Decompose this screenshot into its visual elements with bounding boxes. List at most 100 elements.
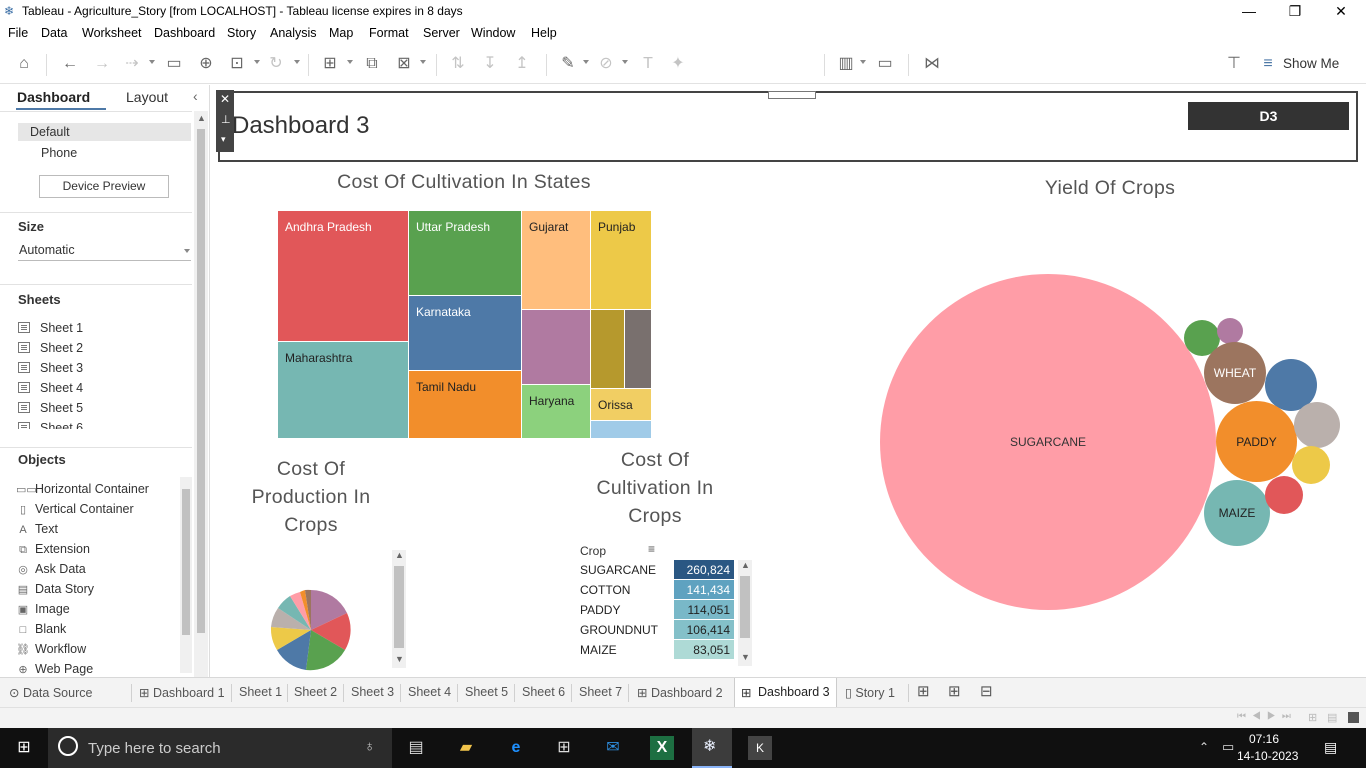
- scroll-thumb[interactable]: [394, 566, 404, 648]
- bubble-unlabeled-yellow[interactable]: [1292, 446, 1330, 484]
- menu-help[interactable]: Help: [531, 26, 557, 40]
- table-scrollbar[interactable]: ▲ ▼: [738, 560, 752, 666]
- table-row[interactable]: GROUNDNUT 106,414: [576, 620, 736, 640]
- new-worksheet-dropdown-caret[interactable]: [347, 60, 353, 64]
- taskbar-search-box[interactable]: Type here to search ♁: [48, 728, 392, 768]
- attach-icon[interactable]: ⊘: [596, 54, 616, 74]
- remove-container-icon[interactable]: ✕: [220, 92, 230, 106]
- treemap-cell-haryana[interactable]: Haryana: [522, 385, 591, 439]
- sheet-item-6[interactable]: Sheet 6: [18, 421, 83, 429]
- network-icon[interactable]: ▭: [1222, 739, 1234, 755]
- menu-server[interactable]: Server: [423, 26, 460, 40]
- tab-data-source[interactable]: ⊙ Data Source: [9, 685, 92, 700]
- new-story-tab-icon[interactable]: ⊟: [980, 682, 993, 700]
- redo-icon[interactable]: →: [92, 54, 112, 74]
- chart-dropdown-caret[interactable]: [860, 60, 866, 64]
- object-workflow[interactable]: ⛓ Workflow: [16, 642, 86, 656]
- store-icon[interactable]: ⊞: [552, 736, 576, 760]
- object-horizontal-container[interactable]: ▭▭Horizontal Container: [16, 482, 149, 496]
- tab-sheet-2[interactable]: Sheet 2: [294, 685, 337, 699]
- treemap-cell-tamil-nadu[interactable]: Tamil Nadu: [409, 371, 522, 439]
- clear-dropdown-caret[interactable]: [420, 60, 426, 64]
- tray-up-arrow-icon[interactable]: ⌃: [1199, 740, 1209, 754]
- sheet-item-5[interactable]: Sheet 5: [18, 401, 83, 421]
- clock-date[interactable]: 14-10-2023: [1237, 749, 1298, 763]
- edge-browser-icon[interactable]: e: [504, 736, 528, 760]
- save-icon[interactable]: ▭: [164, 54, 184, 74]
- tab-sheet-6[interactable]: Sheet 6: [522, 685, 565, 699]
- tab-sheet-3[interactable]: Sheet 3: [351, 685, 394, 699]
- sheet-item-1[interactable]: Sheet 1: [18, 321, 83, 341]
- treemap-cell-unlabeled-lightblue[interactable]: [591, 421, 652, 439]
- scroll-down-icon[interactable]: ▼: [395, 654, 404, 664]
- treemap-cell-unlabeled-olive[interactable]: [591, 310, 625, 389]
- dashboard-title-container[interactable]: Dashboard 3 D3: [218, 91, 1358, 162]
- scroll-up-icon[interactable]: ▲: [395, 550, 404, 560]
- tab-sheet-7[interactable]: Sheet 7: [579, 685, 622, 699]
- pie-scrollbar[interactable]: ▲ ▼: [392, 550, 406, 668]
- bubble-unlabeled-purple[interactable]: [1217, 318, 1243, 344]
- pin-icon[interactable]: ✦: [668, 54, 688, 74]
- treemap-cell-orissa[interactable]: Orissa: [591, 389, 652, 421]
- table-row[interactable]: SUGARCANE 260,824: [576, 560, 736, 580]
- chart-icon[interactable]: ▥: [836, 54, 856, 74]
- bubble-maize[interactable]: MAIZE: [1204, 480, 1270, 546]
- tab-sheet-4[interactable]: Sheet 4: [408, 685, 451, 699]
- menu-format[interactable]: Format: [369, 26, 409, 40]
- home-icon[interactable]: ⌂: [14, 54, 34, 74]
- collapse-panel-icon[interactable]: ‹: [193, 88, 198, 104]
- clear-icon[interactable]: ⊠: [394, 54, 414, 74]
- bubble-paddy[interactable]: PADDY: [1216, 401, 1297, 482]
- minimize-button[interactable]: —: [1226, 0, 1272, 24]
- bubble-sugarcane[interactable]: SUGARCANE: [880, 274, 1216, 610]
- menu-data[interactable]: Data: [41, 26, 67, 40]
- microphone-icon[interactable]: ♁: [364, 738, 375, 755]
- mail-icon[interactable]: ✉: [601, 736, 625, 760]
- sort-icon[interactable]: ≡: [648, 542, 655, 556]
- tab-story-1[interactable]: ▯ Story 1: [845, 685, 895, 700]
- tab-dashboard-3-active[interactable]: ⊞ Dashboard 3: [734, 678, 837, 707]
- menu-map[interactable]: Map: [329, 26, 353, 40]
- objects-scrollbar[interactable]: [180, 477, 192, 673]
- device-default-row[interactable]: Default: [18, 123, 191, 141]
- object-image[interactable]: ▣ Image: [16, 602, 70, 616]
- pie-chart[interactable]: [268, 587, 354, 673]
- highlight-dropdown-caret[interactable]: [583, 60, 589, 64]
- device-phone[interactable]: Phone: [41, 146, 77, 160]
- tabs-view-icon[interactable]: [1348, 712, 1359, 723]
- table-header-crop[interactable]: Crop: [580, 544, 606, 558]
- menu-dashboard[interactable]: Dashboard: [154, 26, 215, 40]
- pause-icon[interactable]: ⊡: [227, 54, 247, 74]
- format-painter-icon[interactable]: ⊤: [1224, 54, 1244, 74]
- undo-icon[interactable]: ←: [60, 54, 80, 74]
- object-web-page[interactable]: ⊕ Web Page: [16, 662, 93, 676]
- maximize-button[interactable]: ❐: [1272, 0, 1318, 24]
- tab-sheet-1[interactable]: Sheet 1: [239, 685, 282, 699]
- treemap-cell-karnataka[interactable]: Karnataka: [409, 296, 522, 371]
- replay-icon[interactable]: ⇢: [122, 54, 142, 74]
- scroll-thumb[interactable]: [182, 489, 190, 635]
- tableau-taskbar-button[interactable]: ❄: [692, 728, 732, 768]
- close-button[interactable]: ✕: [1318, 0, 1364, 24]
- table-row[interactable]: PADDY 114,051: [576, 600, 736, 620]
- task-view-icon[interactable]: ▤: [404, 736, 428, 760]
- pin-container-icon[interactable]: ⊥: [221, 113, 231, 126]
- scroll-down-icon[interactable]: ▼: [741, 652, 750, 662]
- dashboard-badge[interactable]: D3: [1188, 102, 1349, 130]
- object-data-story[interactable]: ▤ Data Story: [16, 582, 94, 596]
- tab-dashboard-2[interactable]: ⊞ Dashboard 2: [637, 685, 723, 700]
- tab-dashboard[interactable]: Dashboard: [17, 89, 90, 105]
- pause-dropdown-caret[interactable]: [254, 60, 260, 64]
- scroll-thumb[interactable]: [740, 576, 750, 638]
- menu-analysis[interactable]: Analysis: [270, 26, 317, 40]
- menu-story[interactable]: Story: [227, 26, 256, 40]
- drag-handle[interactable]: [768, 91, 816, 99]
- crop-table[interactable]: Crop ≡ SUGARCANE 260,824 COTTON 141,434 PA…: [576, 542, 752, 667]
- treemap-cell-unlabeled-gray[interactable]: [625, 310, 652, 389]
- treemap-chart[interactable]: Andhra Pradesh Uttar Pradesh Gujarat Pun…: [278, 211, 652, 439]
- left-panel-scrollbar[interactable]: ▲: [194, 111, 208, 677]
- scroll-thumb[interactable]: [197, 129, 205, 633]
- treemap-cell-maharashtra[interactable]: Maharashtra: [278, 342, 409, 439]
- refresh-dropdown-caret[interactable]: [294, 60, 300, 64]
- treemap-cell-andhra-pradesh[interactable]: Andhra Pradesh: [278, 211, 409, 342]
